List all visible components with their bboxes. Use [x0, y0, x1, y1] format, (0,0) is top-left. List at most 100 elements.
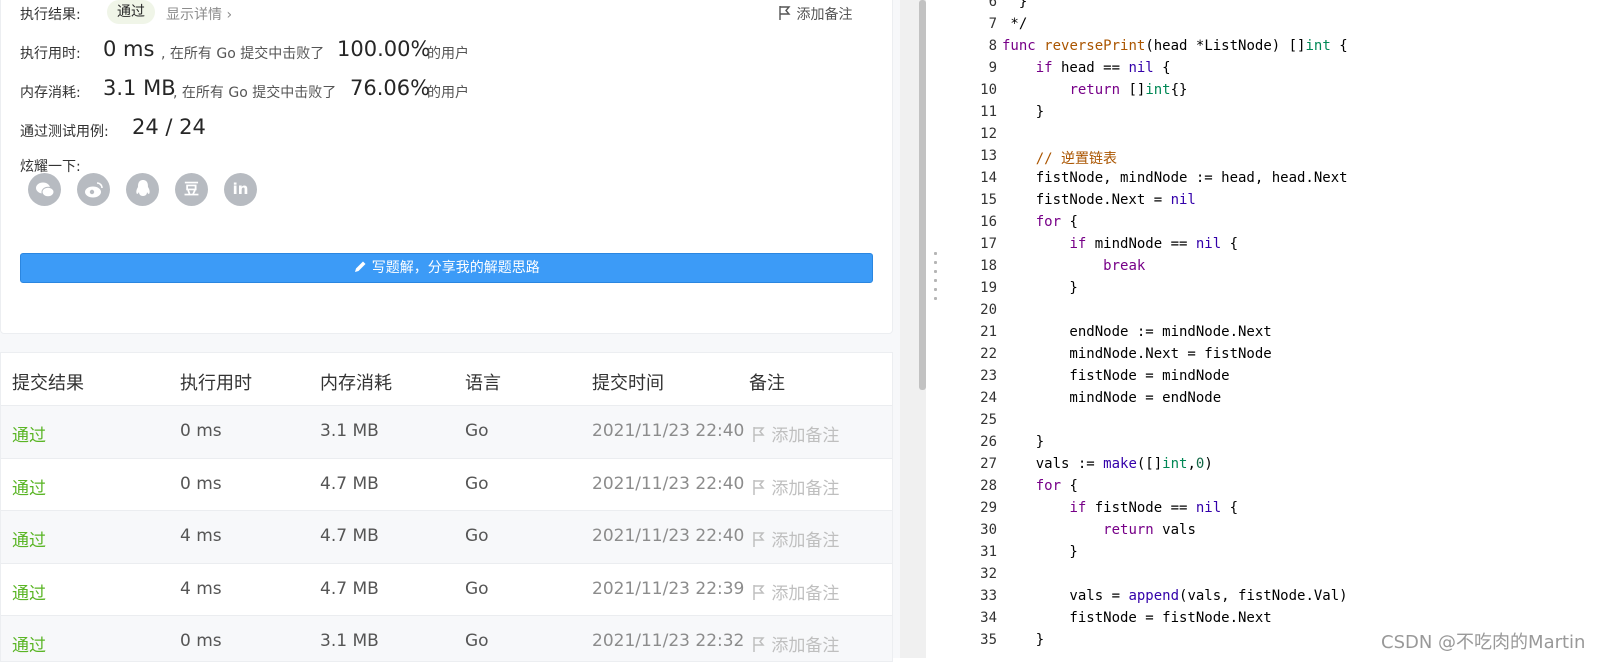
runtime-cell: 0 ms	[180, 473, 222, 494]
line-number: 6	[988, 0, 997, 10]
line-number: 28	[980, 478, 997, 494]
line-number: 22	[980, 346, 997, 362]
code-line: mindNode.Next = fistNode	[1002, 346, 1272, 362]
douban-icon[interactable]: 豆	[175, 173, 208, 206]
line-number: 27	[980, 456, 997, 472]
result-link[interactable]: 通过	[12, 579, 46, 604]
add-note-button[interactable]: 添加备注	[752, 421, 839, 446]
result-card: 执行结果: 通过 显示详情 › 添加备注 执行用时: 0 ms , 在所有 Go…	[0, 0, 893, 334]
add-note-label: 添加备注	[771, 531, 840, 551]
runtime-label: 执行用时:	[20, 46, 81, 62]
qq-icon[interactable]	[126, 173, 159, 206]
runtime-cell: 4 ms	[180, 578, 222, 599]
line-number: 7	[988, 16, 997, 32]
code-line: }	[1002, 104, 1045, 120]
memory-cell: 4.7 MB	[320, 526, 379, 546]
code-line: }	[1002, 280, 1078, 296]
language-cell: Go	[465, 526, 489, 546]
result-link[interactable]: 通过	[12, 631, 46, 656]
add-note-button[interactable]: 添加备注	[752, 526, 839, 551]
memory-tail: 的用户	[427, 85, 469, 101]
code-line: fistNode, mindNode := head, head.Next	[1002, 170, 1348, 186]
add-note-button[interactable]: 添加备注	[752, 631, 839, 656]
line-number: 16	[980, 214, 997, 230]
memory-cell: 4.7 MB	[320, 578, 379, 599]
add-note-button[interactable]: 添加备注	[752, 474, 839, 499]
time-cell: 2021/11/23 22:40	[592, 473, 745, 494]
submissions-table: 提交结果 执行用时 内存消耗 语言 提交时间 备注 通过 0 ms 3.1 MB Go…	[0, 352, 893, 662]
line-number: 26	[980, 434, 997, 450]
code-line: fistNode.Next = nil	[1002, 192, 1196, 208]
runtime-percent: 100.00%	[337, 37, 431, 61]
status-badge: 通过	[107, 0, 155, 24]
time-cell: 2021/11/23 22:40	[592, 421, 745, 441]
result-link[interactable]: 通过	[12, 421, 46, 446]
add-note-button[interactable]: 添加备注	[752, 579, 839, 604]
table-row: 通过 0 ms 3.1 MB Go 2021/11/23 22:40 添加备注	[1, 405, 892, 458]
language-cell: Go	[465, 578, 489, 599]
line-number: 21	[980, 324, 997, 340]
add-note-label: 添加备注	[796, 7, 853, 23]
result-link[interactable]: 通过	[12, 474, 46, 499]
line-number: 14	[980, 170, 997, 186]
line-number: 25	[980, 412, 997, 428]
header-time: 提交时间	[592, 373, 664, 394]
flag-icon	[753, 532, 765, 547]
code-line: for {	[1035, 478, 1078, 494]
memory-value: 3.1 MB	[103, 76, 176, 100]
code-line: // 逆置链表	[1035, 151, 1118, 167]
table-row: 通过 0 ms 4.7 MB Go 2021/11/23 22:40 添加备注	[1, 457, 892, 511]
line-number: 11	[980, 104, 997, 120]
result-link[interactable]: 通过	[12, 526, 46, 551]
code-line: vals := make([]int,0)	[1002, 456, 1213, 472]
header-result: 提交结果	[12, 373, 84, 394]
memory-cell: 4.7 MB	[320, 473, 379, 494]
language-cell: Go	[465, 631, 489, 651]
code-editor[interactable]: 6 } 7 */ 8 func reversePrint(head *ListNode…	[942, 0, 1604, 658]
linkedin-icon[interactable]: in	[224, 173, 257, 206]
scrollbar-thumb[interactable]	[919, 0, 926, 390]
language-cell: Go	[465, 473, 489, 494]
line-number: 29	[980, 500, 997, 516]
line-number: 12	[980, 126, 997, 142]
header-language: 语言	[465, 373, 501, 394]
memory-cell: 3.1 MB	[320, 631, 379, 651]
code-line: }	[1002, 0, 1028, 10]
share-label: 炫耀一下:	[20, 159, 81, 175]
line-number: 20	[980, 302, 997, 318]
add-note-label: 添加备注	[771, 478, 840, 499]
flag-icon	[779, 6, 791, 20]
code-line: if head == nil {	[1035, 60, 1171, 76]
tests-label: 通过测试用例:	[20, 124, 109, 140]
header-runtime: 执行用时	[180, 373, 252, 394]
code-line: if fistNode == nil {	[1069, 500, 1239, 516]
header-note: 备注	[749, 373, 785, 394]
code-line: for {	[1035, 214, 1078, 230]
add-note-button[interactable]: 添加备注	[778, 4, 852, 24]
flag-icon	[753, 427, 765, 442]
wechat-icon[interactable]	[28, 173, 61, 206]
code-line: fistNode = fistNode.Next	[1002, 610, 1272, 626]
line-number: 13	[980, 148, 997, 164]
time-cell: 2021/11/23 22:39	[592, 578, 745, 599]
code-line: }	[1002, 544, 1078, 560]
line-number: 31	[980, 544, 997, 560]
memory-cell: 3.1 MB	[320, 421, 379, 441]
weibo-icon[interactable]	[77, 173, 110, 206]
status-label: 执行结果:	[20, 7, 81, 23]
flag-icon	[753, 584, 765, 600]
write-solution-button[interactable]: 写题解，分享我的解题思路	[20, 253, 873, 283]
line-number: 23	[980, 368, 997, 384]
panel-resize-handle[interactable]	[934, 252, 938, 312]
runtime-cell: 4 ms	[180, 526, 222, 546]
runtime-mid: , 在所有 Go 提交中击败了	[161, 46, 325, 62]
time-cell: 2021/11/23 22:40	[592, 526, 745, 546]
show-details-link[interactable]: 显示详情 ›	[166, 4, 232, 24]
add-note-label: 添加备注	[771, 636, 840, 656]
header-memory: 内存消耗	[320, 373, 392, 394]
code-line: */	[1002, 16, 1028, 32]
left-panel: 执行结果: 通过 显示详情 › 添加备注 执行用时: 0 ms , 在所有 Go…	[0, 0, 900, 662]
runtime-cell: 0 ms	[180, 421, 222, 441]
code-line: fistNode = mindNode	[1002, 368, 1230, 384]
code-line: vals = append(vals, fistNode.Val)	[1002, 588, 1348, 604]
